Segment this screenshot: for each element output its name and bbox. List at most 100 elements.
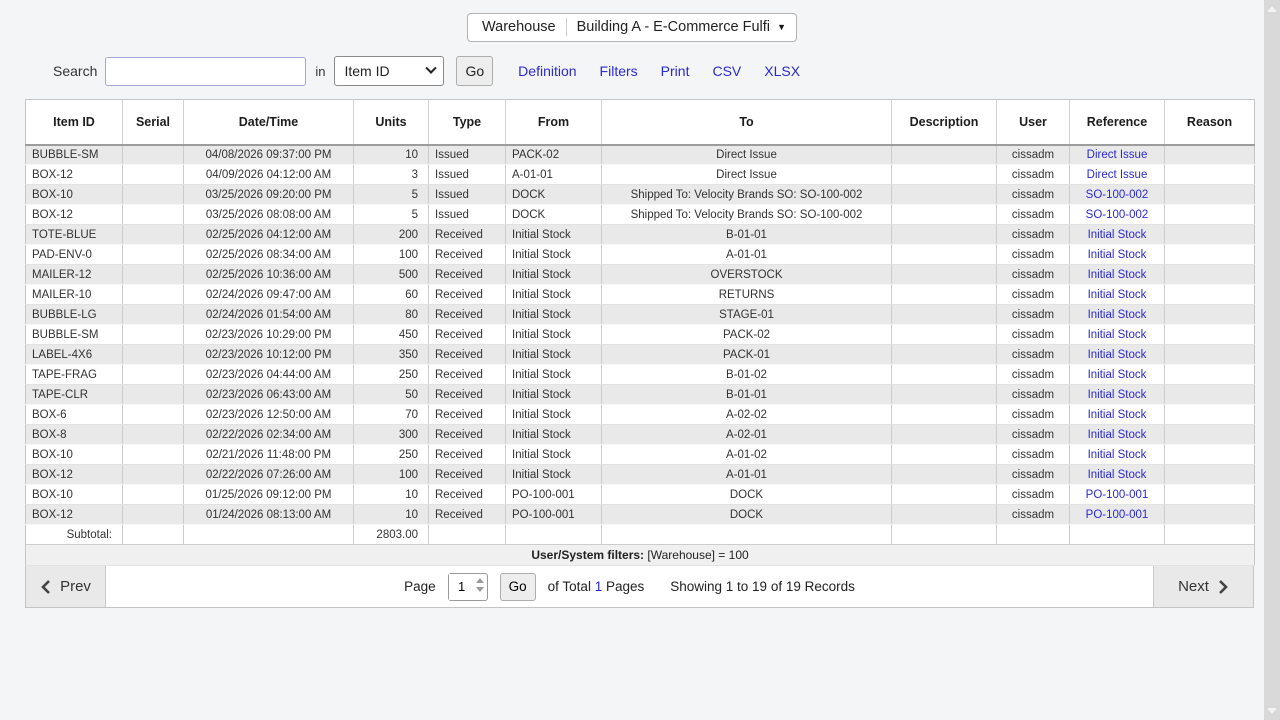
col-header-type[interactable]: Type	[429, 100, 506, 145]
table-row[interactable]: BOX-10 02/21/2026 11:48:00 PM 250 Receiv…	[26, 445, 1255, 465]
csv-link[interactable]: CSV	[712, 63, 741, 79]
page-number-input[interactable]	[449, 574, 475, 600]
table-row[interactable]: BOX-12 04/09/2026 04:12:00 AM 3 Issued A…	[26, 165, 1255, 185]
cell-to: DOCK	[602, 505, 892, 525]
table-row[interactable]: PAD-ENV-0 02/25/2026 08:34:00 AM 100 Rec…	[26, 245, 1255, 265]
next-label: Next	[1178, 578, 1209, 595]
cell-serial	[123, 465, 184, 485]
table-row[interactable]: BOX-12 02/22/2026 07:26:00 AM 100 Receiv…	[26, 465, 1255, 485]
table-row[interactable]: TAPE-CLR 02/23/2026 06:43:00 AM 50 Recei…	[26, 385, 1255, 405]
cell-reason	[1165, 285, 1255, 305]
cell-reference-link[interactable]: Initial Stock	[1088, 469, 1147, 481]
col-header-item-id[interactable]: Item ID	[26, 100, 123, 145]
search-go-button[interactable]: Go	[456, 56, 493, 86]
cell-reference-link[interactable]: Direct Issue	[1087, 169, 1148, 181]
table-row[interactable]: BOX-10 01/25/2026 09:12:00 PM 10 Receive…	[26, 485, 1255, 505]
scroll-down-icon[interactable]	[1267, 708, 1277, 714]
cell-reference-link[interactable]: SO-100-002	[1086, 209, 1149, 221]
cell-from: Initial Stock	[506, 385, 602, 405]
cell-item-id: BOX-12	[26, 205, 123, 225]
cell-description	[892, 345, 997, 365]
cell-reference-link[interactable]: Initial Stock	[1088, 329, 1147, 341]
cell-reference-link[interactable]: Initial Stock	[1088, 309, 1147, 321]
cell-type: Received	[429, 465, 506, 485]
table-row[interactable]: MAILER-12 02/25/2026 10:36:00 AM 500 Rec…	[26, 265, 1255, 285]
cell-reference-link[interactable]: Initial Stock	[1088, 409, 1147, 421]
table-row[interactable]: BUBBLE-SM 04/08/2026 09:37:00 PM 10 Issu…	[26, 145, 1255, 165]
filters-link[interactable]: Filters	[600, 63, 638, 79]
cell-reference-link[interactable]: Initial Stock	[1088, 349, 1147, 361]
cell-reason	[1165, 265, 1255, 285]
cell-datetime: 03/25/2026 08:08:00 AM	[184, 205, 354, 225]
cell-user: cissadm	[997, 325, 1070, 345]
context-selector[interactable]: Warehouse Building A - E-Commerce Fulfil…	[467, 13, 797, 42]
next-page-button[interactable]: Next	[1153, 566, 1253, 607]
search-field-select[interactable]: Item ID	[334, 56, 444, 86]
col-header-user[interactable]: User	[997, 100, 1070, 145]
stepper-down-icon[interactable]	[476, 587, 484, 592]
col-header-serial[interactable]: Serial	[123, 100, 184, 145]
cell-user: cissadm	[997, 285, 1070, 305]
cell-reference-link[interactable]: Initial Stock	[1088, 229, 1147, 241]
print-link[interactable]: Print	[661, 63, 690, 79]
table-row[interactable]: BOX-6 02/23/2026 12:50:00 AM 70 Received…	[26, 405, 1255, 425]
cell-to: Direct Issue	[602, 165, 892, 185]
cell-to: OVERSTOCK	[602, 265, 892, 285]
table-row[interactable]: BOX-12 01/24/2026 08:13:00 AM 10 Receive…	[26, 505, 1255, 525]
cell-serial	[123, 185, 184, 205]
vertical-scrollbar[interactable]	[1264, 0, 1280, 720]
table-row[interactable]: TOTE-BLUE 02/25/2026 04:12:00 AM 200 Rec…	[26, 225, 1255, 245]
cell-reference-link[interactable]: Initial Stock	[1088, 269, 1147, 281]
definition-link[interactable]: Definition	[518, 63, 576, 79]
search-input[interactable]	[105, 57, 306, 86]
scroll-up-icon[interactable]	[1267, 6, 1277, 12]
cell-reference-link[interactable]: Initial Stock	[1088, 369, 1147, 381]
cell-reference-link[interactable]: PO-100-001	[1086, 489, 1149, 501]
cell-reference-link[interactable]: Initial Stock	[1088, 249, 1147, 261]
xlsx-link[interactable]: XLSX	[764, 63, 800, 79]
cell-reference-link[interactable]: Direct Issue	[1087, 149, 1148, 161]
cell-from: Initial Stock	[506, 325, 602, 345]
col-header-datetime[interactable]: Date/Time	[184, 100, 354, 145]
table-row[interactable]: BOX-10 03/25/2026 09:20:00 PM 5 Issued D…	[26, 185, 1255, 205]
page-go-button[interactable]: Go	[500, 573, 536, 601]
cell-type: Received	[429, 325, 506, 345]
table-row[interactable]: BUBBLE-LG 02/24/2026 01:54:00 AM 80 Rece…	[26, 305, 1255, 325]
stepper-up-icon[interactable]	[476, 578, 484, 583]
col-header-from[interactable]: From	[506, 100, 602, 145]
prev-page-button[interactable]: Prev	[26, 566, 106, 607]
cell-reference-link[interactable]: SO-100-002	[1086, 189, 1149, 201]
table-row[interactable]: LABEL-4X6 02/23/2026 10:12:00 PM 350 Rec…	[26, 345, 1255, 365]
col-header-units[interactable]: Units	[354, 100, 429, 145]
cell-description	[892, 145, 997, 165]
cell-reference-link[interactable]: Initial Stock	[1088, 429, 1147, 441]
cell-serial	[123, 345, 184, 365]
cell-item-id: BUBBLE-SM	[26, 325, 123, 345]
cell-description	[892, 485, 997, 505]
records-summary: Showing 1 to 19 of 19 Records	[670, 579, 855, 594]
col-header-reference[interactable]: Reference	[1070, 100, 1165, 145]
table-row[interactable]: BOX-12 03/25/2026 08:08:00 AM 5 Issued D…	[26, 205, 1255, 225]
cell-serial	[123, 485, 184, 505]
cell-reason	[1165, 405, 1255, 425]
cell-reason	[1165, 425, 1255, 445]
cell-type: Received	[429, 225, 506, 245]
col-header-reason[interactable]: Reason	[1165, 100, 1255, 145]
table-row[interactable]: BUBBLE-SM 02/23/2026 10:29:00 PM 450 Rec…	[26, 325, 1255, 345]
cell-units: 60	[354, 285, 429, 305]
cell-user: cissadm	[997, 405, 1070, 425]
cell-reference-link[interactable]: Initial Stock	[1088, 449, 1147, 461]
cell-reason	[1165, 365, 1255, 385]
table-row[interactable]: MAILER-10 02/24/2026 09:47:00 AM 60 Rece…	[26, 285, 1255, 305]
cell-from: Initial Stock	[506, 465, 602, 485]
cell-reference-link[interactable]: Initial Stock	[1088, 289, 1147, 301]
cell-item-id: BOX-10	[26, 485, 123, 505]
col-header-description[interactable]: Description	[892, 100, 997, 145]
table-row[interactable]: TAPE-FRAG 02/23/2026 04:44:00 AM 250 Rec…	[26, 365, 1255, 385]
cell-reference-link[interactable]: PO-100-001	[1086, 509, 1149, 521]
cell-reference-link[interactable]: Initial Stock	[1088, 389, 1147, 401]
table-row[interactable]: BOX-8 02/22/2026 02:34:00 AM 300 Receive…	[26, 425, 1255, 445]
col-header-to[interactable]: To	[602, 100, 892, 145]
page-stepper[interactable]	[476, 578, 484, 592]
cell-description	[892, 305, 997, 325]
